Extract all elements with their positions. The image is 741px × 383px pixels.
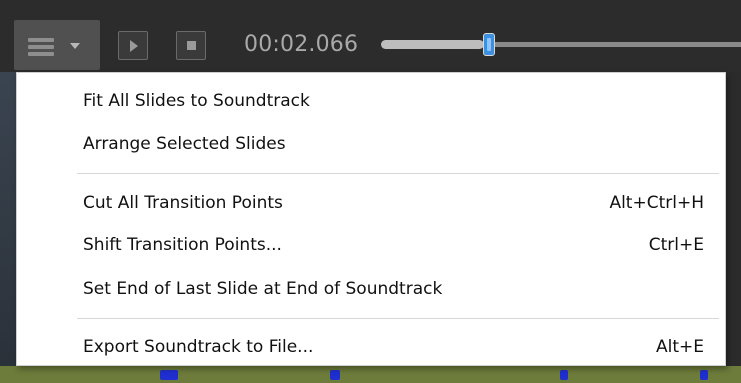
menu-item-cut-transition-points[interactable]: Cut All Transition Points Alt+Ctrl+H <box>17 186 725 220</box>
timeline-strip <box>0 366 741 383</box>
menu-item-shortcut: Ctrl+E <box>648 235 704 255</box>
chevron-down-icon <box>70 43 80 49</box>
timeline-marker <box>330 370 340 380</box>
menu-item-label: Arrange Selected Slides <box>83 134 286 154</box>
menu-separator <box>77 173 719 174</box>
menu-item-set-end-last-slide[interactable]: Set End of Last Slide at End of Soundtra… <box>17 272 725 306</box>
time-readout: 00:02.066 <box>244 32 359 57</box>
timeline-marker <box>160 370 178 380</box>
hamburger-icon <box>28 38 54 56</box>
menu-separator <box>77 318 719 319</box>
menu-item-label: Export Soundtrack to File... <box>83 337 314 357</box>
menu-item-fit-all-slides[interactable]: Fit All Slides to Soundtrack <box>17 84 725 118</box>
timeline-marker <box>560 370 568 380</box>
stop-button[interactable] <box>176 31 206 60</box>
menu-item-export-soundtrack[interactable]: Export Soundtrack to File... Alt+E <box>17 330 725 364</box>
menu-item-label: Set End of Last Slide at End of Soundtra… <box>83 279 443 299</box>
slider-track-played[interactable] <box>381 40 484 49</box>
slider-track-remaining[interactable] <box>488 42 741 47</box>
timeline-background <box>0 72 16 383</box>
stop-icon <box>187 41 196 50</box>
timeline-marker <box>700 370 708 380</box>
menu-item-label: Fit All Slides to Soundtrack <box>83 91 310 111</box>
soundtrack-toolbar: 00:02.066 <box>0 0 741 72</box>
menu-item-label: Shift Transition Points... <box>83 235 282 255</box>
play-icon <box>130 40 138 52</box>
menu-item-shortcut: Alt+Ctrl+H <box>609 193 704 213</box>
slider-thumb[interactable] <box>483 33 495 56</box>
menu-item-label: Cut All Transition Points <box>83 193 283 213</box>
menu-item-shift-transition-points[interactable]: Shift Transition Points... Ctrl+E <box>17 228 725 262</box>
menu-item-shortcut: Alt+E <box>655 337 704 357</box>
menu-dropdown-button[interactable] <box>14 20 100 70</box>
menu-item-arrange-selected[interactable]: Arrange Selected Slides <box>17 127 725 161</box>
play-button[interactable] <box>118 31 148 60</box>
context-menu: Fit All Slides to Soundtrack Arrange Sel… <box>16 72 726 366</box>
